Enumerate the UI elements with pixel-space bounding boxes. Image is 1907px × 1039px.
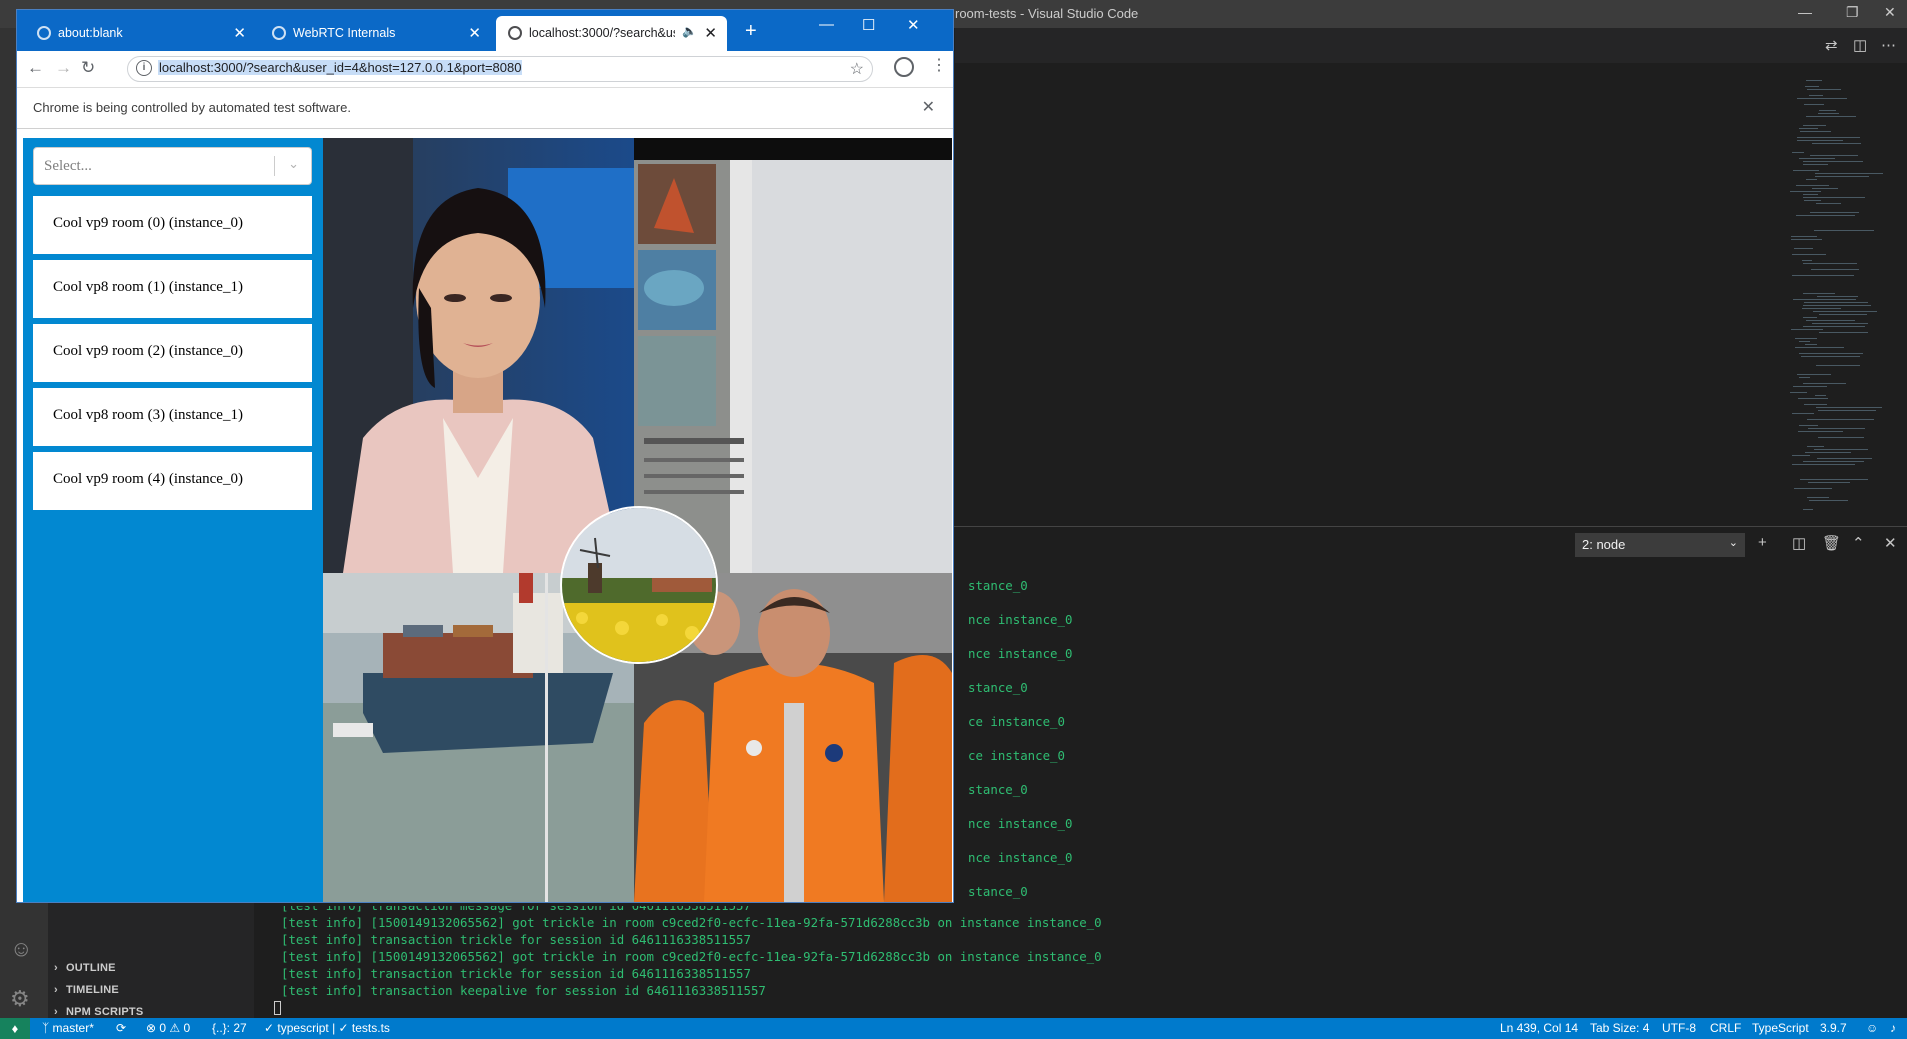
room-list-panel: Select... ⌄ Cool vp9 room (0) (instance_… [23, 138, 323, 902]
kebab-menu-icon[interactable]: ⋮ [931, 55, 947, 75]
status-bar: ᛉ master* ⟳ ⊗ 0 ⚠ 0 {..}: 27 ✓ typescrip… [0, 1018, 1907, 1039]
video-poster[interactable] [634, 138, 952, 573]
tab-localhost[interactable]: localhost:3000/?search&user_id=4&host=12… [496, 16, 727, 51]
terminal-line: stance_0 [968, 680, 1028, 695]
settings-gear-icon[interactable]: ⚙ [10, 986, 30, 1012]
terminal-line: [test info] transaction keepalive for se… [281, 983, 766, 998]
select-separator [274, 156, 275, 176]
split-terminal-icon[interactable]: ◫ [1792, 534, 1806, 552]
new-terminal-icon[interactable]: + [1758, 534, 1767, 551]
remote-indicator-icon[interactable]: ♦ [0, 1018, 30, 1039]
reload-icon[interactable]: ↻ [81, 58, 95, 78]
video-self-view-circle[interactable] [560, 506, 718, 664]
info-icon[interactable]: i [136, 60, 152, 76]
globe-icon [508, 26, 522, 40]
vscode-window-title: room-tests - Visual Studio Code [955, 6, 1139, 21]
address-bar[interactable]: i localhost:3000/?search&user_id=4&host=… [127, 56, 873, 82]
branch-status[interactable]: ᛉ master* [42, 1021, 94, 1035]
notifications-bell-icon[interactable]: ♪ [1890, 1021, 1896, 1035]
editor-minimap[interactable] [1790, 80, 1900, 520]
editor-area[interactable] [955, 63, 1907, 526]
chevron-right-icon: › [54, 962, 58, 974]
minimize-icon[interactable]: — [1798, 4, 1812, 20]
terminal-line: [test info] transaction trickle for sess… [281, 966, 751, 981]
typescript-status[interactable]: ✓ typescript | ✓ tests.ts [264, 1021, 390, 1035]
globe-icon [272, 26, 286, 40]
room-item[interactable]: Cool vp8 room (3) (instance_1) [33, 388, 312, 446]
outline-section[interactable]: › OUTLINE [54, 962, 116, 974]
more-actions-icon[interactable]: ⋯ [1881, 36, 1896, 54]
close-tab-icon[interactable]: ✕ [468, 24, 481, 42]
back-icon[interactable]: ← [27, 58, 44, 78]
terminal-line: [test info] transaction trickle for sess… [281, 932, 751, 947]
video-grid [323, 138, 952, 902]
terminal-select[interactable]: 2: node ⌄ [1575, 533, 1745, 557]
source-control-icon[interactable]: ⇄ [1825, 36, 1838, 54]
close-infobar-icon[interactable]: ✕ [922, 97, 935, 117]
tab-size-status[interactable]: Tab Size: 4 [1590, 1021, 1649, 1035]
maximize-panel-icon[interactable]: ⌃ [1852, 534, 1865, 552]
close-window-icon[interactable]: ✕ [907, 16, 920, 34]
close-tab-icon[interactable]: ✕ [704, 24, 717, 42]
terminal-line: [test info] [1500149132065562] got trick… [281, 949, 1102, 964]
room-item[interactable]: Cool vp9 room (4) (instance_0) [33, 452, 312, 510]
npm-scripts-section[interactable]: › NPM SCRIPTS [54, 1006, 143, 1018]
terminal-line: nce instance_0 [968, 850, 1073, 865]
terminal-line: stance_0 [968, 578, 1028, 593]
close-icon[interactable]: ✕ [1884, 4, 1896, 21]
trash-icon[interactable]: 🗑 [1822, 534, 1841, 552]
chevron-right-icon: › [54, 984, 58, 996]
problems-status[interactable]: ⊗ 0 ⚠ 0 [146, 1021, 190, 1035]
ts-version[interactable]: 3.9.7 [1820, 1021, 1847, 1035]
terminal-line: ce instance_0 [968, 748, 1065, 763]
terminal-line: stance_0 [968, 782, 1028, 797]
star-icon[interactable]: ☆ [850, 59, 864, 79]
split-editor-icon[interactable]: ◫ [1853, 36, 1867, 54]
tab-strip: about:blank ✕ WebRTC Internals ✕ localho… [17, 10, 953, 51]
terminal-line: nce instance_0 [968, 816, 1073, 831]
web-page: Select... ⌄ Cool vp9 room (0) (instance_… [23, 138, 952, 902]
close-tab-icon[interactable]: ✕ [233, 24, 246, 42]
terminal-line: [test info] [1500149132065562] got trick… [281, 915, 1102, 930]
automation-infobar: Chrome is being controlled by automated … [17, 88, 953, 129]
speaker-icon[interactable]: 🔈 [682, 24, 697, 38]
tab-webrtc-internals[interactable]: WebRTC Internals ✕ [260, 16, 491, 51]
video-newscaster[interactable] [323, 138, 634, 573]
timeline-section[interactable]: › TIMELINE [54, 984, 119, 996]
room-item[interactable]: Cool vp9 room (0) (instance_0) [33, 196, 312, 254]
tab-about-blank[interactable]: about:blank ✕ [25, 16, 256, 51]
chevron-down-icon[interactable]: ⌄ [288, 156, 299, 172]
globe-icon [37, 26, 51, 40]
restore-icon[interactable]: ❐ [1846, 4, 1859, 21]
new-tab-button[interactable]: + [745, 20, 757, 43]
minimize-icon[interactable]: — [819, 16, 834, 33]
chevron-down-icon: ⌄ [1728, 537, 1738, 549]
chrome-toolbar: ← → ↻ i localhost:3000/?search&user_id=4… [17, 51, 953, 88]
terminal-line: nce instance_0 [968, 646, 1073, 661]
profile-icon[interactable] [894, 57, 914, 77]
chrome-window: about:blank ✕ WebRTC Internals ✕ localho… [17, 10, 953, 902]
feedback-icon[interactable]: ☺ [1866, 1021, 1878, 1035]
encoding-status[interactable]: UTF-8 [1662, 1021, 1696, 1035]
braces-status[interactable]: {..}: 27 [212, 1021, 247, 1035]
terminal-line: ce instance_0 [968, 714, 1065, 729]
terminal-line: stance_0 [968, 884, 1028, 899]
eol-status[interactable]: CRLF [1710, 1021, 1741, 1035]
chevron-right-icon: › [54, 1006, 58, 1018]
terminal-cursor [274, 1001, 281, 1015]
room-item[interactable]: Cool vp8 room (1) (instance_1) [33, 260, 312, 318]
maximize-icon[interactable]: ☐ [862, 16, 875, 34]
forward-icon[interactable]: → [55, 58, 72, 78]
sync-icon[interactable]: ⟳ [116, 1021, 126, 1035]
editor-tabbar: ⇄ ◫ ⋯ [955, 28, 1907, 63]
close-panel-icon[interactable]: ✕ [1884, 534, 1897, 552]
url-text[interactable]: localhost:3000/?search&user_id=4&host=12… [158, 60, 523, 75]
cursor-position[interactable]: Ln 439, Col 14 [1500, 1021, 1578, 1035]
account-icon[interactable]: ☺ [10, 936, 32, 962]
room-item[interactable]: Cool vp9 room (2) (instance_0) [33, 324, 312, 382]
terminal-line: nce instance_0 [968, 612, 1073, 627]
room-select[interactable]: Select... ⌄ [33, 147, 312, 185]
language-mode[interactable]: TypeScript [1752, 1021, 1809, 1035]
